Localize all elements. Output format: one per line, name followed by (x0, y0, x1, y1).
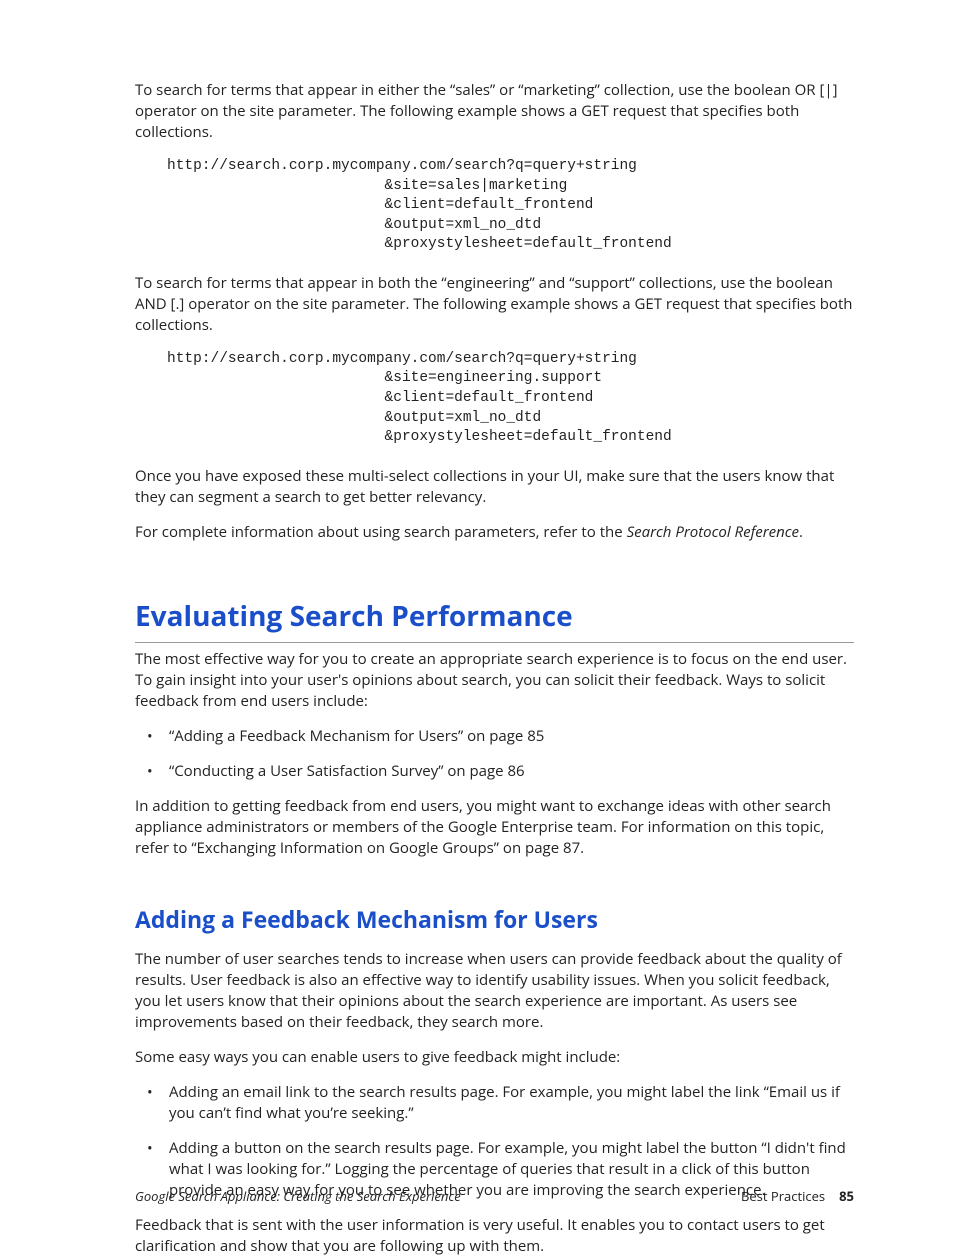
page-number: 85 (839, 1187, 854, 1205)
body-paragraph: To search for terms that appear in eithe… (135, 80, 854, 143)
footer-doc-title: Google Search Appliance: Creating the Se… (135, 1187, 461, 1205)
code-example: http://search.corp.mycompany.com/search?… (167, 350, 854, 448)
body-paragraph: The most effective way for you to create… (135, 649, 854, 712)
body-paragraph: The number of user searches tends to inc… (135, 949, 854, 1033)
body-paragraph: For complete information about using sea… (135, 522, 854, 543)
body-paragraph: To search for terms that appear in both … (135, 273, 854, 336)
list-item: “Conducting a User Satisfaction Survey” … (135, 761, 854, 782)
page-footer: Google Search Appliance: Creating the Se… (135, 1187, 854, 1205)
reference-title: Search Protocol Reference (627, 522, 799, 542)
bullet-list: “Adding a Feedback Mechanism for Users” … (135, 726, 854, 782)
text-run: . (799, 522, 803, 542)
footer-section-label: Best Practices (741, 1187, 825, 1205)
list-item: “Adding a Feedback Mechanism for Users” … (135, 726, 854, 747)
text-run: For complete information about using sea… (135, 522, 627, 542)
body-paragraph: In addition to getting feedback from end… (135, 796, 854, 859)
subsection-heading: Adding a Feedback Mechanism for Users (135, 903, 854, 935)
list-item: Adding an email link to the search resul… (135, 1082, 854, 1124)
code-example: http://search.corp.mycompany.com/search?… (167, 157, 854, 255)
footer-right: Best Practices 85 (741, 1187, 854, 1205)
section-heading: Evaluating Search Performance (135, 597, 854, 643)
document-page: To search for terms that appear in eithe… (0, 0, 954, 1235)
body-paragraph: Some easy ways you can enable users to g… (135, 1047, 854, 1068)
body-paragraph: Once you have exposed these multi-select… (135, 466, 854, 508)
bullet-list: Adding an email link to the search resul… (135, 1082, 854, 1201)
body-paragraph: Feedback that is sent with the user info… (135, 1215, 854, 1257)
